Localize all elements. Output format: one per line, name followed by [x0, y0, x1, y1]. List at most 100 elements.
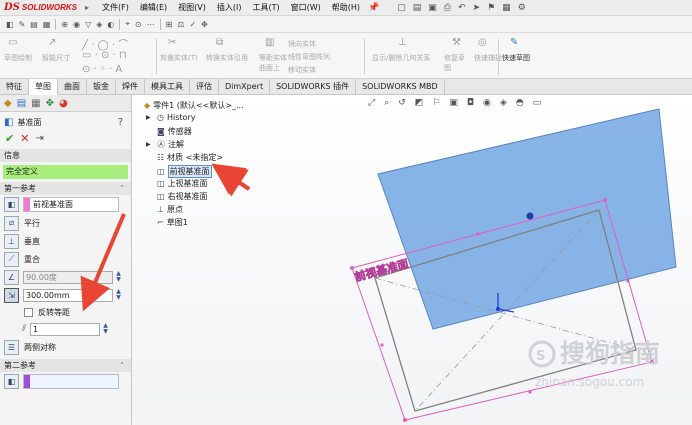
tree-origin[interactable]: ⊥ 原点: [146, 204, 183, 215]
undo-icon[interactable]: ↶: [458, 3, 466, 13]
relations-button[interactable]: 显示/删除几何关系: [372, 53, 430, 63]
tab-surfaces[interactable]: 曲面: [58, 79, 87, 95]
move-entities-button[interactable]: 移动实体: [288, 65, 316, 75]
flip-offset-row[interactable]: 反转等距: [0, 304, 131, 320]
collapse-icon[interactable]: ⌃: [119, 359, 125, 372]
scenes-icon[interactable]: ◓: [516, 98, 524, 108]
info-section-header[interactable]: 信息: [0, 149, 131, 162]
angle-icon[interactable]: ∠: [4, 269, 19, 285]
offset-distance-icon[interactable]: ⇲: [4, 287, 19, 303]
tree-top-plane[interactable]: ◫ 上视基准面: [146, 178, 208, 189]
plane-edge-handle[interactable]: [476, 232, 480, 236]
tab-mold-tools[interactable]: 模具工具: [145, 79, 190, 95]
angle-spinner[interactable]: ▲ ▼: [114, 270, 123, 284]
tab-dimxpert[interactable]: DimXpert: [219, 79, 271, 95]
tab-mbd[interactable]: SOLIDWORKS MBD: [356, 79, 445, 95]
menu-view[interactable]: 视图(V): [178, 2, 206, 13]
rebuild-icon[interactable]: ⚑: [487, 3, 495, 13]
tab-sheet-metal[interactable]: 钣金: [87, 79, 116, 95]
perpendicular-icon[interactable]: ⊥: [4, 233, 19, 249]
tab-weldments[interactable]: 焊件: [116, 79, 145, 95]
plane-drag-handle[interactable]: [526, 212, 534, 220]
section-icon[interactable]: ◉: [73, 20, 80, 29]
open-file-icon[interactable]: ▤: [413, 3, 422, 13]
print-icon[interactable]: ⎙: [444, 3, 451, 13]
collapse-icon[interactable]: ⌃: [119, 182, 125, 195]
selection-icon[interactable]: ◈: [96, 20, 102, 29]
tree-right-plane[interactable]: ◫ 右视基准面: [146, 191, 208, 202]
count-input[interactable]: 1: [30, 322, 101, 336]
menu-window[interactable]: 窗口(W): [291, 2, 321, 13]
save-icon[interactable]: ▣: [428, 3, 437, 13]
sketch-icon[interactable]: ✎: [19, 20, 26, 29]
menu-insert[interactable]: 插入(I): [217, 2, 242, 13]
property-manager-tab-icon[interactable]: ▤: [17, 98, 26, 109]
mid-plane-icon[interactable]: ☰: [4, 339, 19, 355]
smart-dimension-button[interactable]: 智能尺寸: [42, 53, 70, 63]
tree-sketch1[interactable]: ⌐ 草图1: [146, 217, 188, 228]
plane-edge-handle[interactable]: [528, 390, 532, 394]
configuration-tab-icon[interactable]: ▦: [31, 98, 40, 109]
new-plane[interactable]: [377, 108, 677, 330]
plane-corner-handle[interactable]: [403, 418, 407, 422]
mass-icon[interactable]: ⚖: [177, 20, 184, 29]
tab-evaluate[interactable]: 评估: [190, 79, 219, 95]
plane-corner-handle[interactable]: [350, 266, 354, 270]
feature-tree-tab-icon[interactable]: ◆: [4, 98, 12, 109]
coincident-icon[interactable]: ⟋: [4, 251, 19, 267]
check-icon[interactable]: ✓: [189, 20, 196, 29]
rectangle-icon[interactable]: ▭ · ⊙ · ⊓: [82, 50, 127, 61]
mate-icon[interactable]: ⌖: [125, 19, 130, 29]
previous-view-icon[interactable]: ↺: [398, 98, 406, 108]
file-properties-icon[interactable]: ▦: [502, 3, 511, 13]
trim-button[interactable]: 剪裁实体(T): [160, 53, 198, 63]
option-perpendicular[interactable]: ⊥ 垂直: [0, 232, 131, 250]
rapid-sketch-button[interactable]: 快速草图: [502, 53, 530, 63]
view-orientation-icon[interactable]: ▣: [449, 98, 458, 108]
tab-sketch[interactable]: 草图: [29, 79, 58, 95]
angle-input[interactable]: 90.00度: [23, 270, 113, 284]
tree-front-plane[interactable]: ◫ 前视基准面: [146, 165, 212, 178]
relations-icon[interactable]: ⊥: [398, 37, 407, 48]
plane-name-callout[interactable]: 前视基准面: [353, 256, 410, 284]
tree-annotations[interactable]: ▶ Ⓐ 注解: [146, 139, 184, 150]
select-icon[interactable]: ➤: [473, 3, 481, 13]
tab-features[interactable]: 特征: [0, 79, 29, 95]
menu-file[interactable]: 文件(F): [102, 2, 129, 13]
plane-edge-handle[interactable]: [380, 343, 384, 347]
linear-pattern-button[interactable]: 线性草图阵列: [288, 52, 330, 62]
help-icon[interactable]: ?: [118, 117, 123, 128]
display-tab-icon[interactable]: ◕: [59, 98, 68, 109]
rapid-sketch-icon[interactable]: ✎: [510, 37, 518, 48]
smart-dimension-icon[interactable]: ↗: [48, 37, 56, 48]
quick-snap-icon[interactable]: ◎: [478, 37, 487, 48]
measure-icon[interactable]: ⊞: [166, 20, 173, 29]
sketch-command-icon[interactable]: ▭: [8, 37, 17, 48]
display-style-icon[interactable]: ◘: [467, 98, 474, 108]
expand-arrow-icon[interactable]: ▸: [85, 3, 89, 12]
view-orient-icon[interactable]: ⊕: [61, 20, 68, 29]
count-spinner[interactable]: ▲ ▼: [101, 322, 110, 336]
section-view-icon[interactable]: ◩: [415, 98, 424, 108]
sketch-button[interactable]: 草图绘制: [4, 53, 32, 63]
mirror-button[interactable]: 镜向实体: [288, 39, 316, 49]
zoom-to-fit-icon[interactable]: ⤢: [368, 98, 375, 108]
dimxpert-tab-icon[interactable]: ✥: [46, 98, 54, 109]
shading-icon[interactable]: ◐: [107, 20, 114, 29]
second-reference-selection[interactable]: [23, 374, 119, 389]
tree-part-node[interactable]: ◆ 零件1 (默认<<默认>_...: [144, 100, 244, 111]
plane-corner-handle[interactable]: [603, 198, 607, 202]
line-icon[interactable]: ╱ · ◯ · ⌒: [82, 36, 128, 51]
tree-sensors[interactable]: ◙ 传感器: [146, 126, 192, 137]
first-reference-header[interactable]: 第一参考 ⌃: [0, 182, 131, 195]
tree-history[interactable]: ▶ ◷ History: [146, 113, 195, 122]
expand-icon[interactable]: ▶: [146, 114, 152, 121]
offset-button[interactable]: 等距实体: [259, 53, 287, 63]
ok-check-icon[interactable]: ✔: [5, 132, 14, 145]
flip-offset-checkbox[interactable]: [24, 307, 33, 317]
pushpin-icon[interactable]: ⇥: [35, 133, 43, 144]
option-parallel[interactable]: ⧄ 平行: [0, 214, 131, 232]
dynamic-annotation-icon[interactable]: ⚐: [432, 98, 440, 108]
distance-spinner[interactable]: ▲ ▼: [114, 288, 123, 302]
option-coincident[interactable]: ⟋ 重合: [0, 250, 131, 268]
